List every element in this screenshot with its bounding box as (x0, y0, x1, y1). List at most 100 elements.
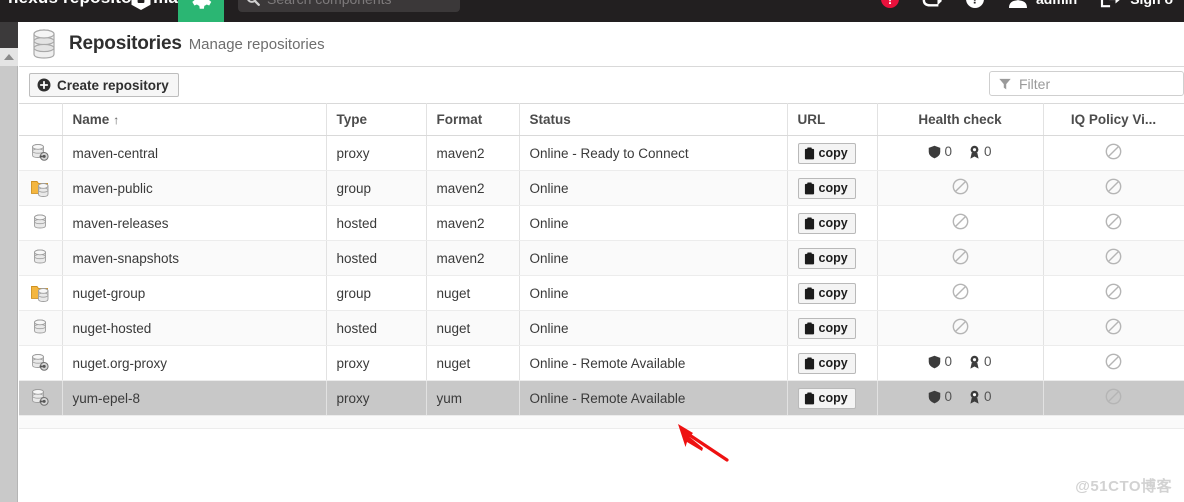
blocked-icon (952, 178, 969, 195)
clipboard-icon (804, 216, 815, 230)
package-icon (130, 0, 152, 11)
copy-url-button[interactable]: copy (797, 317, 856, 339)
cell-repository-type: hosted (326, 310, 427, 346)
clipboard-icon (804, 356, 815, 370)
alert-badge-count: ! (880, 0, 899, 8)
funnel-icon (998, 77, 1012, 91)
cell-iq-policy-violations (1043, 240, 1184, 276)
cell-repository-status: Online (519, 240, 788, 276)
sign-out-icon (1099, 0, 1123, 8)
column-header-name-label: Name (72, 112, 110, 127)
blocked-icon (952, 248, 969, 265)
column-header-iq-policy[interactable]: IQ Policy Vi... (1043, 103, 1184, 136)
table-row[interactable]: maven-snapshots hosted maven2 Online copy (19, 240, 1184, 276)
table-row[interactable]: nuget-group group nuget Online copy (19, 275, 1184, 311)
shield-icon-group: 0 (928, 389, 952, 404)
column-header-type[interactable]: Type (326, 103, 427, 136)
filter-placeholder: Filter (1019, 75, 1051, 92)
clipboard-icon (804, 321, 815, 335)
cell-health-check: 0 0 (877, 345, 1044, 381)
filter-input[interactable]: Filter (989, 71, 1184, 96)
cell-iq-policy-violations (1043, 380, 1184, 416)
copy-url-button[interactable]: copy (797, 212, 856, 234)
clipboard-icon (804, 146, 815, 160)
create-repository-button[interactable]: Create repository (29, 73, 179, 97)
alert-indicator[interactable]: ! (870, 0, 910, 22)
proxy-repository-icon (19, 380, 63, 416)
cell-repository-url: copy (787, 345, 878, 381)
scrollbar-up-arrow-button[interactable] (0, 48, 18, 66)
database-icon (31, 29, 57, 59)
plus-circle-icon (37, 78, 51, 92)
cell-repository-type: hosted (326, 240, 427, 276)
search-components-box[interactable]: Search components (238, 0, 460, 12)
cell-iq-policy-violations (1043, 345, 1184, 381)
health-check-stats: 0 0 (928, 389, 992, 404)
cell-repository-status: Online (519, 310, 788, 346)
copy-url-button[interactable]: copy (797, 247, 856, 269)
shield-icon-group: 0 (928, 354, 952, 369)
copy-url-button[interactable]: copy (797, 282, 856, 304)
blocked-icon (952, 213, 969, 230)
cell-repository-status: Online - Ready to Connect (519, 135, 788, 171)
table-row[interactable]: nuget-hosted hosted nuget Online copy (19, 310, 1184, 346)
nav-tab-administration[interactable] (178, 0, 224, 22)
cell-repository-format: maven2 (426, 240, 520, 276)
help-button[interactable]: ? (954, 0, 996, 22)
health-ribbon-count: 0 (984, 144, 992, 160)
user-avatar-icon (1007, 0, 1029, 8)
main-content-panel: Repositories Manage repositories Create … (19, 22, 1184, 502)
sign-out-button[interactable]: Sign o (1088, 0, 1184, 22)
table-row[interactable]: maven-central proxy maven2 Online - Ready t… (19, 135, 1184, 171)
copy-url-label: copy (818, 391, 848, 405)
cell-repository-type: group (326, 170, 427, 206)
cell-repository-url: copy (787, 310, 878, 346)
column-header-format[interactable]: Format (426, 103, 520, 136)
cell-repository-format: nuget (426, 345, 520, 381)
cell-repository-format: yum (426, 380, 520, 416)
cell-repository-type: hosted (326, 205, 427, 241)
nav-tab-browse[interactable] (118, 0, 164, 22)
page-scrollbar-track[interactable] (0, 48, 18, 502)
table-bottom-filler-row (19, 416, 1184, 429)
copy-url-label: copy (818, 216, 848, 230)
hosted-repository-icon (19, 310, 63, 346)
blocked-icon (1105, 178, 1122, 195)
column-header-status[interactable]: Status (519, 103, 788, 136)
copy-url-button[interactable]: copy (797, 177, 856, 199)
user-menu[interactable]: admin (996, 0, 1088, 22)
cell-health-check (877, 275, 1044, 311)
restart-button[interactable] (910, 0, 954, 22)
copy-url-button[interactable]: copy (797, 142, 856, 164)
cell-health-check (877, 205, 1044, 241)
copy-url-label: copy (818, 356, 848, 370)
blocked-icon (1105, 318, 1122, 335)
cell-repository-type: group (326, 275, 427, 311)
blocked-icon (1105, 388, 1122, 405)
proxy-repository-icon (19, 135, 63, 171)
watermark-text: @51CTO博客 (1075, 478, 1172, 495)
copy-url-button[interactable]: copy (797, 352, 856, 374)
copy-url-label: copy (818, 321, 848, 335)
search-icon (246, 0, 260, 6)
health-shield-count: 0 (944, 354, 952, 370)
column-header-name[interactable]: Name ↑ (62, 103, 327, 136)
cell-repository-name: nuget-hosted (62, 310, 327, 346)
table-row[interactable]: maven-releases hosted maven2 Online copy (19, 205, 1184, 241)
column-header-health-check[interactable]: Health check (877, 103, 1044, 136)
health-check-stats: 0 0 (928, 354, 992, 369)
hosted-repository-icon (19, 240, 63, 276)
shield-icon (928, 355, 941, 369)
sign-out-label: Sign o (1130, 0, 1173, 7)
column-header-url[interactable]: URL (787, 103, 878, 136)
clipboard-icon (804, 251, 815, 265)
copy-url-button[interactable]: copy (797, 387, 856, 409)
table-row[interactable]: nuget.org-proxy proxy nuget Online - Remote… (19, 345, 1184, 381)
table-row[interactable]: yum-epel-8 proxy yum Online - Remote Availa… (19, 380, 1184, 416)
ribbon-icon-group: 0 (968, 354, 992, 369)
cell-repository-format: nuget (426, 275, 520, 311)
blocked-icon (952, 283, 969, 300)
ribbon-icon-group: 0 (968, 389, 992, 404)
cell-health-check (877, 310, 1044, 346)
table-row[interactable]: maven-public group maven2 Online copy (19, 170, 1184, 206)
